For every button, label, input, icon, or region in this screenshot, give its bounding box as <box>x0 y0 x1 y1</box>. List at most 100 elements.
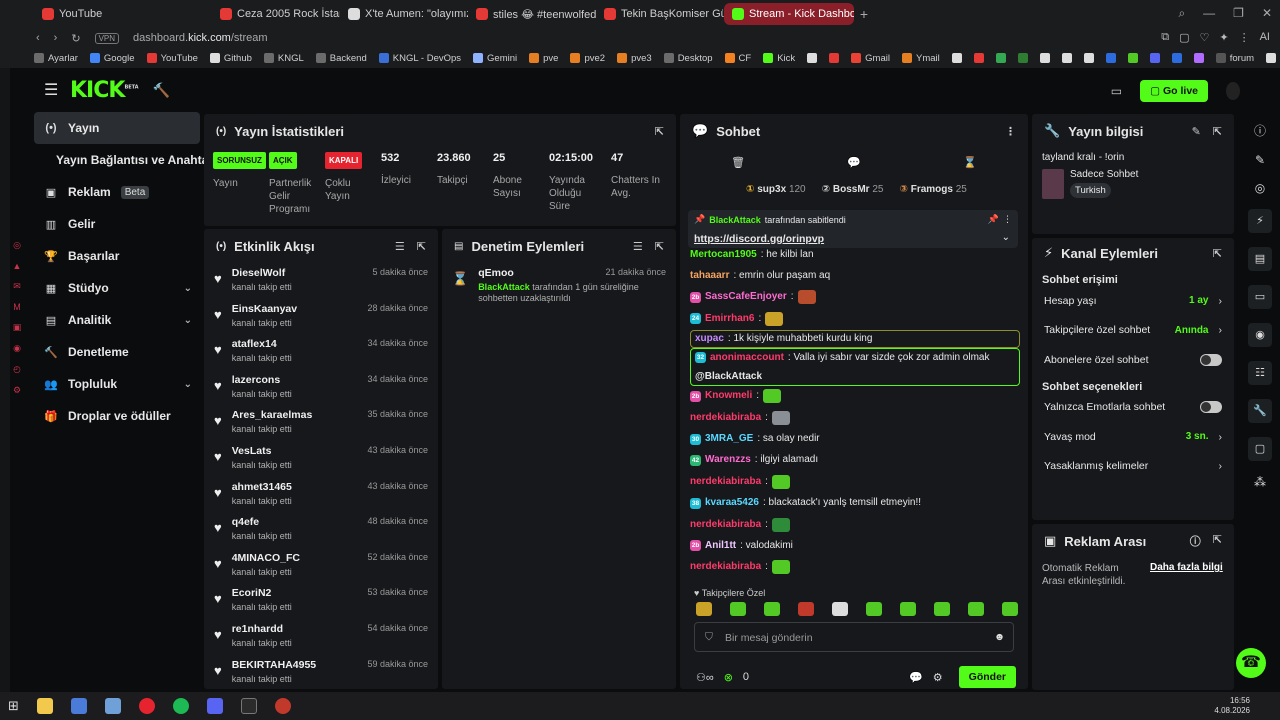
setting-slow-mode[interactable]: Yavaş mod 3 sn. › <box>1032 422 1234 452</box>
chat-message[interactable]: nerdekiabiraba: <box>690 407 1020 428</box>
opera-icon[interactable] <box>138 698 155 714</box>
send-button[interactable]: Gönder <box>958 666 1016 688</box>
sidebar-item-gelir[interactable]: ▥ Gelir <box>34 208 200 240</box>
browser-tab[interactable]: YouTube <box>34 3 162 25</box>
chat-message[interactable]: xupac: 1k kişiyle muhabbeti kurdu king <box>690 329 1020 348</box>
activity-item[interactable]: ♥ lazercons 34 dakika önce kanalı takip ett… <box>204 374 438 410</box>
emoji-icon[interactable]: ☻ <box>994 631 1005 643</box>
browser-tab-active[interactable]: Stream - Kick Dashboard <box>724 3 854 25</box>
forward-icon[interactable]: › <box>54 32 58 44</box>
app-icon[interactable] <box>274 698 291 714</box>
emote[interactable] <box>934 602 950 616</box>
chat-bubble-icon[interactable]: 💬 <box>847 156 861 169</box>
sidebar-item-yayin[interactable]: (•) Yayın <box>34 112 200 144</box>
side-icon[interactable]: ◉ <box>13 343 21 354</box>
sidebar-item-denetleme[interactable]: 🔨 Denetleme <box>34 336 200 368</box>
extension-icon[interactable]: ✦ <box>1219 31 1228 44</box>
chat-message[interactable]: nerdekiabiraba: <box>690 557 1020 578</box>
bookmark-item[interactable]: Backend <box>315 53 367 64</box>
chat-username[interactable]: kvaraa5426 <box>705 496 759 510</box>
side-icon[interactable]: ✉ <box>13 281 21 292</box>
bookmark-item[interactable]: pve2 <box>570 53 605 64</box>
bookmark-item[interactable] <box>973 53 984 63</box>
side-icon[interactable]: M <box>13 302 21 312</box>
bookmark-item[interactable]: KNGL - DevOps <box>378 53 461 64</box>
restore-icon[interactable]: ❐ <box>1233 6 1244 21</box>
ai-button[interactable]: AI <box>1260 31 1270 44</box>
emote[interactable] <box>900 602 916 616</box>
filter-icon[interactable]: ☰ <box>633 240 643 253</box>
bookmark-icon[interactable]: ⧉ <box>1161 31 1169 44</box>
spotify-icon[interactable] <box>172 698 189 714</box>
search-icon[interactable]: ⌕ <box>1178 6 1185 21</box>
bookmark-item[interactable] <box>1105 53 1116 63</box>
chat-username[interactable]: nerdekiabiraba <box>690 560 761 574</box>
filter-icon[interactable]: ☰ <box>395 240 405 253</box>
tag-chip[interactable]: Turkish <box>1070 183 1111 198</box>
edit-icon[interactable]: ✎ <box>1192 125 1201 138</box>
emote[interactable] <box>1002 602 1018 616</box>
more-icon[interactable]: ⋮ <box>1005 125 1016 138</box>
minimize-icon[interactable]: — <box>1203 6 1215 21</box>
chat-bubble-icon[interactable]: 💬 <box>909 671 923 684</box>
vpn-badge[interactable]: VPN <box>94 32 120 44</box>
chat-username[interactable]: 3MRA_GE <box>705 432 753 446</box>
terminal-icon[interactable] <box>240 698 257 714</box>
side-icon[interactable]: ⚙ <box>13 385 21 396</box>
chat-username[interactable]: anonimaccount <box>710 350 784 365</box>
bookmark-item[interactable]: bilgiler <box>1266 53 1280 64</box>
sidebar-item-studyo[interactable]: ▦ Stüdyo ⌄ <box>34 272 200 304</box>
bookmark-item[interactable]: Github <box>209 53 252 64</box>
activity-item[interactable]: ♥ DieselWolf 5 dakika önce kanalı takip ett… <box>204 267 438 303</box>
side-icon[interactable]: ▣ <box>13 322 22 333</box>
chat-username[interactable]: xupac <box>695 332 724 346</box>
bookmark-item[interactable]: Kick <box>763 53 795 64</box>
sidebar-item-topluluk[interactable]: 👥 Topluluk ⌄ <box>34 368 200 400</box>
activity-item[interactable]: ♥ BEKIRTAHA4955 59 dakika önce kanalı takip… <box>204 659 438 689</box>
chat-username[interactable]: Warenzzs <box>705 453 751 467</box>
chat-message[interactable]: tahaaarr: emrin olur paşam aq <box>690 265 1020 286</box>
chat-message[interactable]: 32 anonimaccount: Valla iyi sabır var siz… <box>690 347 1020 386</box>
activity-item[interactable]: ♥ Ares_karaelmas 35 dakika önce kanalı taki… <box>204 409 438 445</box>
chat-message[interactable]: 2b Anil1tt: valodakimi <box>690 535 1020 556</box>
app-icon[interactable] <box>70 698 87 714</box>
emote[interactable] <box>832 602 848 616</box>
emote[interactable] <box>730 602 746 616</box>
setting-banned-words[interactable]: Yasaklanmış kelimeler › <box>1032 452 1234 482</box>
bookmark-item[interactable]: Gemini <box>473 53 517 64</box>
side-icon[interactable]: ◴ <box>13 364 21 375</box>
sidebar-item-basarilar[interactable]: 🏆 Başarılar <box>34 240 200 272</box>
app-icon[interactable] <box>104 698 121 714</box>
popout-icon[interactable]: ⇱ <box>1213 533 1222 549</box>
setting-followers-only[interactable]: Takipçilere özel sohbet Anında › <box>1032 316 1234 346</box>
side-icon[interactable]: ◎ <box>13 240 21 251</box>
activity-item[interactable]: ♥ ataflex14 34 dakika önce kanalı takip ett… <box>204 338 438 374</box>
emote[interactable] <box>696 602 712 616</box>
bookmark-item[interactable]: pve <box>529 53 558 64</box>
wrench-icon[interactable]: 🔧 <box>1248 399 1272 423</box>
broadcast-icon[interactable]: ◉ <box>1248 323 1272 347</box>
toggle-switch[interactable] <box>1200 353 1222 366</box>
popout-icon[interactable]: ⇱ <box>1213 125 1222 138</box>
avatar[interactable] <box>1226 82 1240 100</box>
popout-icon[interactable]: ⇱ <box>1213 247 1222 260</box>
activity-item[interactable]: ♥ VesLats 43 dakika önce kanalı takip etti <box>204 445 438 481</box>
category-name[interactable]: Sadece Sohbet <box>1070 169 1138 180</box>
more-icon[interactable]: ⋮ <box>1003 214 1012 225</box>
popout-icon[interactable]: ⇱ <box>417 240 426 253</box>
camera-icon[interactable]: ▢ <box>1179 31 1189 44</box>
gear-icon[interactable]: ⚙ <box>933 671 943 684</box>
activity-item[interactable]: ♥ 4MINACO_FC 52 dakika önce kanalı takip et… <box>204 552 438 588</box>
chat-username[interactable]: SassCafeEnjoyer <box>705 290 787 304</box>
window-icon[interactable]: ▢ <box>1248 437 1272 461</box>
chat-message[interactable]: 42 Warenzzs: ilgiyi alamadı <box>690 450 1020 471</box>
chat-username[interactable]: tahaaarr <box>690 269 729 283</box>
bookmark-item[interactable]: KNGL <box>263 53 304 64</box>
popout-icon[interactable]: ⇱ <box>655 125 664 138</box>
sidebar-item-stream-key[interactable]: Yayın Bağlantısı ve Anahtarı <box>34 144 216 176</box>
activity-item[interactable]: ♥ EcoriN2 53 dakika önce kanalı takip etti <box>204 587 438 623</box>
bookmark-item[interactable] <box>1127 53 1138 63</box>
chat-icon[interactable]: ▭ <box>1248 285 1272 309</box>
chat-username[interactable]: Mertocan1905 <box>690 248 757 262</box>
emote[interactable] <box>764 602 780 616</box>
